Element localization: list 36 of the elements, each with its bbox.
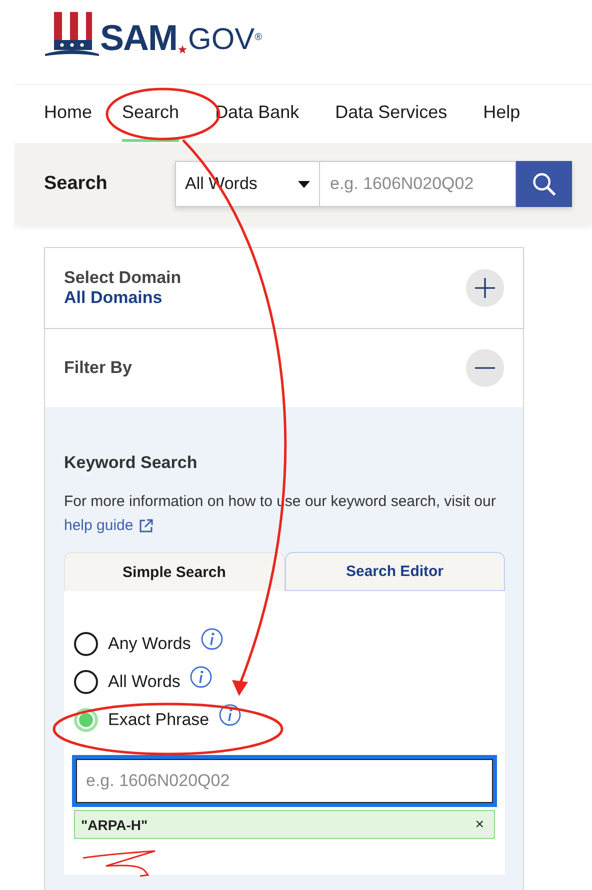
radio-label: Any Words bbox=[108, 634, 191, 654]
logo-domain: GOV bbox=[188, 24, 255, 56]
caret-icon bbox=[298, 180, 310, 188]
domain-value: All Domains bbox=[64, 288, 164, 308]
minus-icon bbox=[475, 367, 495, 369]
info-icon[interactable] bbox=[219, 704, 242, 726]
help-link[interactable]: help guide bbox=[64, 517, 154, 534]
registered-mark: ® bbox=[254, 32, 262, 43]
keyword-heading: Keyword Search bbox=[64, 453, 198, 473]
domain-title: Select Domain bbox=[64, 268, 182, 288]
nav-link[interactable]: Data Services bbox=[335, 86, 448, 142]
search-field[interactable]: e.g. 1606N020Q02 bbox=[320, 161, 516, 207]
search-tab[interactable]: Simple Search bbox=[64, 552, 284, 591]
info-icon[interactable] bbox=[190, 666, 212, 688]
info-icon[interactable] bbox=[200, 628, 223, 650]
nav-link[interactable]: Home bbox=[44, 86, 92, 142]
filter-title: Filter By bbox=[64, 358, 132, 378]
chip-label: "ARPA-H" bbox=[81, 816, 148, 832]
radio-label: Exact Phrase bbox=[108, 710, 210, 730]
expand-button[interactable] bbox=[466, 269, 504, 307]
keyword-field[interactable]: e.g. 1606N020Q02 bbox=[72, 755, 497, 807]
logo-name: SAM bbox=[100, 20, 177, 56]
search-tab[interactable]: Search Editor bbox=[284, 552, 505, 591]
search-label: Search bbox=[44, 173, 108, 195]
radio-label: All Words bbox=[108, 672, 180, 692]
radio-button[interactable] bbox=[74, 670, 98, 694]
hat-icon bbox=[44, 10, 100, 58]
plus-icon bbox=[475, 278, 495, 298]
nav-link[interactable]: Help bbox=[483, 86, 520, 142]
external-link-icon bbox=[139, 518, 154, 532]
search-icon bbox=[531, 171, 557, 197]
radio-button[interactable] bbox=[74, 632, 98, 656]
remove-button[interactable]: × bbox=[471, 816, 488, 833]
star-icon bbox=[178, 45, 187, 54]
search-button[interactable] bbox=[516, 161, 572, 207]
collapse-button[interactable] bbox=[466, 349, 504, 387]
